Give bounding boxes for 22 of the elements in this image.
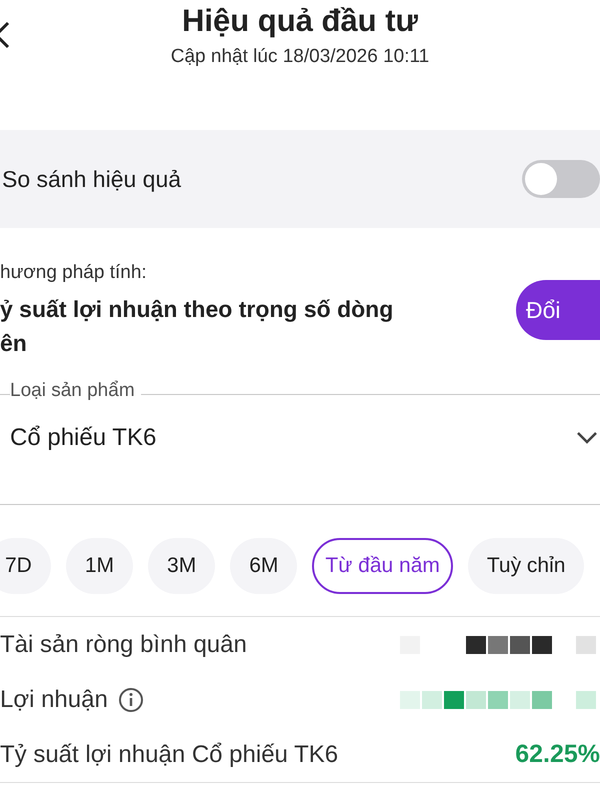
updated-time: Cập nhật lúc 18/03/2026 10:11 bbox=[170, 46, 430, 68]
product-dropdown[interactable]: Loại sản phẩm Cổ phiếu TK6 bbox=[0, 380, 600, 505]
info-icon[interactable] bbox=[118, 686, 144, 712]
compare-toggle[interactable] bbox=[522, 160, 600, 198]
metric-label: Lợi nhuận bbox=[0, 686, 108, 714]
change-button[interactable]: Đổi bbox=[516, 280, 600, 340]
compare-label: So sánh hiệu quả bbox=[2, 166, 182, 192]
period-tab[interactable]: Từ đầu năm bbox=[312, 538, 453, 594]
period-tab[interactable]: 1M bbox=[66, 538, 134, 594]
method-name: ỷ suất lợi nhuận theo trọng số dòng ên bbox=[0, 295, 394, 358]
period-tab[interactable]: Tuỳ chỉn bbox=[468, 538, 584, 594]
metric-value: 62.25% bbox=[515, 740, 600, 769]
metric-label: Tài sản ròng bình quân bbox=[0, 630, 247, 658]
period-tab[interactable]: 3M bbox=[148, 538, 216, 594]
period-tab[interactable]: 7D bbox=[0, 538, 51, 594]
period-tab[interactable]: 6M bbox=[230, 538, 298, 594]
metric-label: Tỷ suất lợi nhuận Cổ phiếu TK6 bbox=[0, 740, 338, 768]
dropdown-label: Loại sản phẩm bbox=[10, 380, 141, 402]
chevron-down-icon bbox=[576, 431, 598, 445]
method-label: hương pháp tính: bbox=[0, 262, 148, 284]
screen-title: Hiệu quả đầu tư bbox=[182, 2, 418, 40]
dropdown-value: Cổ phiếu TK6 bbox=[10, 424, 156, 452]
